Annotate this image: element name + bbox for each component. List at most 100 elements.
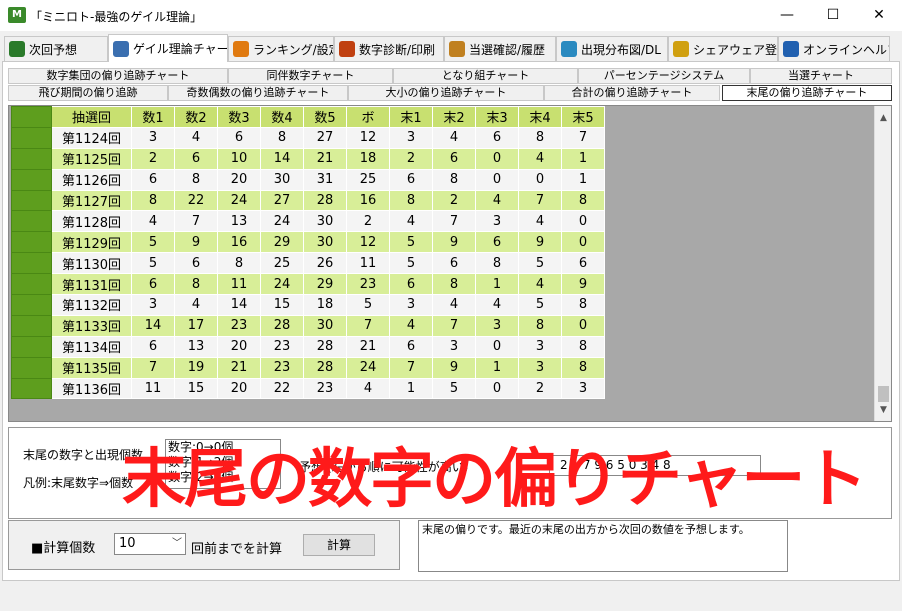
column-header[interactable]: 数1 bbox=[131, 106, 175, 128]
value-cell[interactable]: 11 bbox=[346, 252, 390, 275]
tab-distribution-dl[interactable]: 出現分布図/DL bbox=[556, 36, 668, 61]
value-cell[interactable]: 22 bbox=[174, 189, 218, 212]
value-cell[interactable]: 3 bbox=[518, 356, 562, 379]
value-cell[interactable]: 6 bbox=[389, 168, 433, 191]
value-cell[interactable]: 25 bbox=[346, 168, 390, 191]
value-cell[interactable]: 8 bbox=[518, 314, 562, 337]
value-cell[interactable]: 19 bbox=[174, 356, 218, 379]
value-cell[interactable]: 4 bbox=[518, 273, 562, 296]
value-cell[interactable]: 30 bbox=[303, 314, 347, 337]
value-cell[interactable]: 11 bbox=[131, 377, 175, 400]
value-cell[interactable]: 8 bbox=[131, 189, 175, 212]
draw-number-cell[interactable]: 第1127回 bbox=[51, 189, 132, 212]
value-cell[interactable]: 5 bbox=[389, 231, 433, 254]
value-cell[interactable]: 14 bbox=[217, 294, 261, 316]
calculate-button[interactable]: 計算 bbox=[303, 534, 375, 556]
value-cell[interactable]: 1 bbox=[475, 356, 519, 379]
value-cell[interactable]: 7 bbox=[432, 210, 476, 233]
column-header[interactable]: 末3 bbox=[475, 106, 519, 128]
value-cell[interactable]: 27 bbox=[260, 189, 304, 212]
value-cell[interactable]: 23 bbox=[260, 356, 304, 379]
row-header-cell[interactable] bbox=[11, 314, 52, 337]
value-cell[interactable]: 4 bbox=[131, 210, 175, 233]
value-cell[interactable]: 20 bbox=[217, 377, 261, 400]
value-cell[interactable]: 5 bbox=[389, 252, 433, 275]
value-cell[interactable]: 30 bbox=[303, 231, 347, 254]
value-cell[interactable]: 8 bbox=[174, 273, 218, 296]
value-cell[interactable]: 0 bbox=[475, 147, 519, 170]
value-cell[interactable]: 7 bbox=[131, 356, 175, 379]
value-cell[interactable]: 13 bbox=[174, 335, 218, 358]
value-cell[interactable]: 23 bbox=[217, 314, 261, 337]
value-cell[interactable]: 18 bbox=[303, 294, 347, 316]
row-header-cell[interactable] bbox=[11, 273, 52, 296]
draw-number-cell[interactable]: 第1135回 bbox=[51, 356, 132, 379]
value-cell[interactable]: 12 bbox=[346, 126, 390, 149]
row-header-cell[interactable] bbox=[11, 294, 52, 316]
value-cell[interactable]: 3 bbox=[389, 126, 433, 149]
value-cell[interactable]: 26 bbox=[303, 252, 347, 275]
row-header-cell[interactable] bbox=[11, 126, 52, 149]
value-cell[interactable]: 8 bbox=[432, 273, 476, 296]
value-cell[interactable]: 14 bbox=[260, 147, 304, 170]
close-button[interactable]: ✕ bbox=[856, 0, 902, 31]
column-header[interactable]: 抽選回 bbox=[51, 106, 132, 128]
value-cell[interactable]: 18 bbox=[346, 147, 390, 170]
draw-number-cell[interactable]: 第1136回 bbox=[51, 377, 132, 400]
scroll-thumb[interactable] bbox=[878, 386, 889, 402]
tab-diagnosis-print[interactable]: 数字診断/印刷 bbox=[334, 36, 444, 61]
subtab-last-digit[interactable]: 末尾の偏り追跡チャート bbox=[722, 85, 892, 101]
value-cell[interactable]: 5 bbox=[131, 252, 175, 275]
value-cell[interactable]: 24 bbox=[260, 210, 304, 233]
subtab-group-bias[interactable]: 数字集団の偏り追跡チャート bbox=[8, 68, 228, 84]
value-cell[interactable]: 6 bbox=[475, 126, 519, 149]
value-cell[interactable]: 0 bbox=[518, 168, 562, 191]
value-cell[interactable]: 8 bbox=[518, 126, 562, 149]
value-cell[interactable]: 28 bbox=[260, 314, 304, 337]
value-cell[interactable]: 24 bbox=[346, 356, 390, 379]
draw-number-cell[interactable]: 第1133回 bbox=[51, 314, 132, 337]
value-cell[interactable]: 7 bbox=[174, 210, 218, 233]
calc-count-select[interactable]: 10 ﹀ bbox=[114, 533, 186, 555]
draw-number-cell[interactable]: 第1131回 bbox=[51, 273, 132, 296]
draw-number-cell[interactable]: 第1128回 bbox=[51, 210, 132, 233]
value-cell[interactable]: 31 bbox=[303, 168, 347, 191]
column-header[interactable]: 末2 bbox=[432, 106, 476, 128]
value-cell[interactable]: 6 bbox=[131, 335, 175, 358]
value-cell[interactable]: 16 bbox=[217, 231, 261, 254]
table-row[interactable]: 第1126回 6 8 20 30 31 25 6 8 0 0 1 bbox=[11, 168, 605, 191]
value-cell[interactable]: 0 bbox=[475, 168, 519, 191]
value-cell[interactable]: 9 bbox=[174, 231, 218, 254]
scroll-up-icon[interactable]: ▲ bbox=[875, 110, 891, 127]
value-cell[interactable]: 24 bbox=[260, 273, 304, 296]
value-cell[interactable]: 27 bbox=[303, 126, 347, 149]
value-cell[interactable]: 20 bbox=[217, 335, 261, 358]
tab-next-prediction[interactable]: 次回予想 bbox=[4, 36, 108, 61]
value-cell[interactable]: 4 bbox=[432, 294, 476, 316]
subtab-large-small[interactable]: 大小の偏り追跡チャート bbox=[348, 85, 544, 101]
draw-number-cell[interactable]: 第1129回 bbox=[51, 231, 132, 254]
scroll-down-icon[interactable]: ▼ bbox=[875, 402, 891, 419]
value-cell[interactable]: 4 bbox=[389, 210, 433, 233]
value-cell[interactable]: 9 bbox=[518, 231, 562, 254]
value-cell[interactable]: 4 bbox=[518, 210, 562, 233]
value-cell[interactable]: 21 bbox=[346, 335, 390, 358]
value-cell[interactable]: 28 bbox=[303, 356, 347, 379]
value-cell[interactable]: 3 bbox=[131, 294, 175, 316]
row-header-cell[interactable] bbox=[11, 335, 52, 358]
value-cell[interactable]: 4 bbox=[475, 189, 519, 212]
value-cell[interactable]: 0 bbox=[475, 335, 519, 358]
value-cell[interactable]: 6 bbox=[131, 273, 175, 296]
value-cell[interactable]: 29 bbox=[303, 273, 347, 296]
value-cell[interactable]: 28 bbox=[303, 335, 347, 358]
table-row[interactable]: 第1127回 8 22 24 27 28 16 8 2 4 7 8 bbox=[11, 189, 605, 212]
value-cell[interactable]: 7 bbox=[432, 314, 476, 337]
draw-number-cell[interactable]: 第1124回 bbox=[51, 126, 132, 149]
value-cell[interactable]: 5 bbox=[432, 377, 476, 400]
value-cell[interactable]: 9 bbox=[432, 231, 476, 254]
table-row[interactable]: 第1136回 11 15 20 22 23 4 1 5 0 2 3 bbox=[11, 377, 605, 400]
value-cell[interactable]: 6 bbox=[217, 126, 261, 149]
value-cell[interactable]: 7 bbox=[389, 356, 433, 379]
value-cell[interactable]: 9 bbox=[432, 356, 476, 379]
value-cell[interactable]: 4 bbox=[518, 147, 562, 170]
